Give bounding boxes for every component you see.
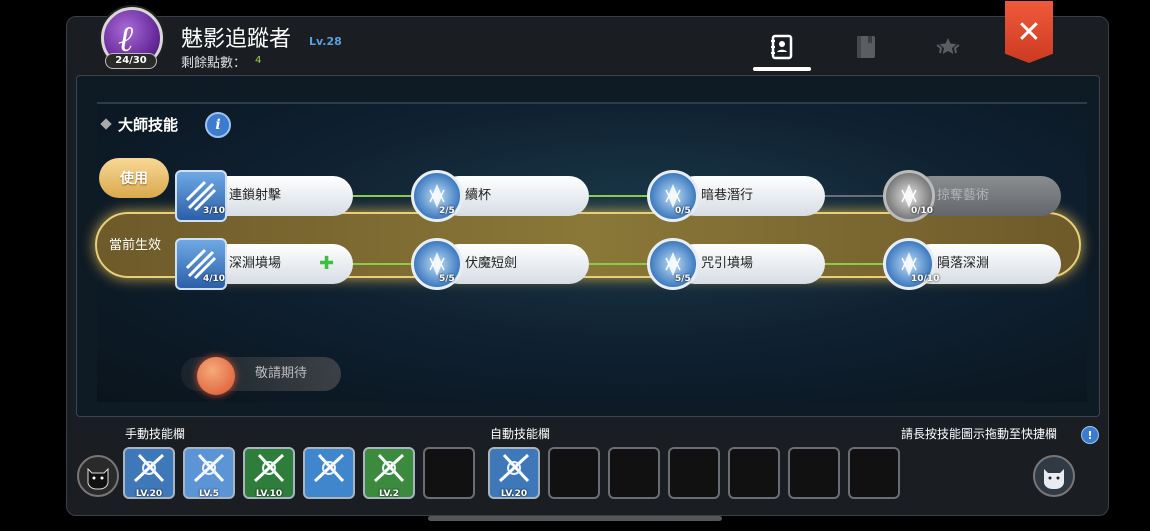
- tab-rank[interactable]: [919, 25, 977, 69]
- empty-skill-slot[interactable]: [848, 447, 900, 499]
- skill-window: ℓ 24/30 魅影追蹤者 Lv.28 剩餘點數： 4 ✕ 大師技能 i 使用: [66, 1, 1109, 516]
- skill-slot[interactable]: [303, 447, 355, 499]
- skill-slot[interactable]: LV.10: [243, 447, 295, 499]
- auto-bar-label: 自動技能欄: [490, 427, 551, 441]
- slot-level: LV.2: [379, 489, 399, 499]
- skull-target-icon: [245, 449, 293, 493]
- slot-level: LV.10: [255, 489, 283, 499]
- slot-level: LV.20: [135, 489, 163, 499]
- points-value: 4: [255, 55, 262, 66]
- skill-count: 10/10: [911, 274, 940, 284]
- blue-crystal-icon: [411, 170, 463, 222]
- close-icon: ✕: [1016, 14, 1042, 50]
- skill-slot[interactable]: LV.2: [363, 447, 415, 499]
- empty-skill-slot[interactable]: [728, 447, 780, 499]
- use-button[interactable]: 使用: [99, 158, 169, 198]
- blue-crystal-icon: [647, 238, 699, 290]
- skill-node[interactable]: 連鎖射擊 3/10: [175, 170, 355, 222]
- active-label: 當前生效: [109, 238, 162, 253]
- empty-skill-slot[interactable]: [788, 447, 840, 499]
- home-indicator[interactable]: [428, 516, 722, 521]
- empty-skill-slot[interactable]: [548, 447, 600, 499]
- twin-spirits-icon: [365, 449, 413, 493]
- skill-count: 5/5: [439, 274, 455, 284]
- drag-hint: 請長按技能圖示拖動至快捷欄: [901, 427, 1058, 441]
- skill-node[interactable]: 隕落深淵 10/10: [883, 238, 1063, 290]
- skill-slot[interactable]: LV.5: [183, 447, 235, 499]
- skill-count: 3/10: [203, 206, 226, 216]
- tab-book[interactable]: [837, 25, 895, 69]
- skill-connector: [353, 195, 411, 197]
- burst-arrows-icon: [305, 449, 353, 493]
- blue-crystal-icon: [411, 238, 463, 290]
- empty-skill-slot[interactable]: [423, 447, 475, 499]
- empty-skill-slot[interactable]: [668, 447, 720, 499]
- empty-skill-slot[interactable]: [608, 447, 660, 499]
- skill-slot[interactable]: LV.20: [488, 447, 540, 499]
- pet-icon: [197, 357, 235, 395]
- close-button[interactable]: ✕: [1005, 1, 1053, 63]
- skill-count: 4/10: [203, 274, 226, 284]
- alert-icon[interactable]: !: [1081, 426, 1099, 444]
- book-icon: [857, 36, 875, 58]
- skill-connector: [825, 263, 883, 265]
- slot-level: LV.5: [199, 489, 219, 499]
- skill-connector: [589, 263, 647, 265]
- class-level: Lv.28: [309, 35, 342, 48]
- skill-node[interactable]: 續杯 2/5: [411, 170, 591, 222]
- skill-node[interactable]: 暗巷潛行 0/5: [647, 170, 827, 222]
- blue-crystal-icon: [647, 170, 699, 222]
- skill-node[interactable]: 掠奪藝術 0/10: [883, 170, 1063, 222]
- skill-slot[interactable]: LV.20: [123, 447, 175, 499]
- skill-connector: [353, 263, 411, 265]
- black-cat-icon: [87, 467, 109, 490]
- crossed-arrows-icon: [125, 449, 173, 493]
- crossed-arrows-icon: [490, 449, 538, 493]
- white-cat-icon: [1044, 469, 1064, 490]
- points-label: 剩餘點數：: [181, 56, 247, 71]
- down-arrow-strike-icon: [185, 449, 233, 493]
- manual-bar-label: 手動技能欄: [125, 427, 186, 441]
- avatar-progress: 24/30: [105, 53, 157, 69]
- skill-count: 2/5: [439, 206, 455, 216]
- white-cat-button[interactable]: [1033, 455, 1075, 497]
- master-skill-panel: 大師技能 i 使用 當前生效 連鎖射擊 3/10 續杯 2/5 暗巷潛行 0/5 掠奪藝術 0…: [76, 75, 1100, 417]
- skill-connector: [589, 195, 647, 197]
- header: ℓ 24/30 魅影追蹤者 Lv.28 剩餘點數： 4 ✕: [67, 1, 1108, 77]
- star-emblem-icon: [936, 38, 960, 54]
- skill-node[interactable]: 伏魔短劍 5/5: [411, 238, 591, 290]
- skill-count: 5/5: [675, 274, 691, 284]
- black-cat-button[interactable]: [77, 455, 119, 497]
- contact-book-icon: [771, 34, 793, 60]
- tab-skills[interactable]: [753, 25, 811, 71]
- skill-node[interactable]: 咒引墳場 5/5: [647, 238, 827, 290]
- info-icon[interactable]: i: [205, 112, 231, 138]
- section-title: 大師技能: [118, 116, 179, 134]
- add-point-icon[interactable]: ✚: [319, 255, 334, 273]
- skill-node[interactable]: 深淵墳場 4/10 ✚: [175, 238, 355, 290]
- class-name: 魅影追蹤者: [181, 27, 292, 52]
- slot-level: LV.20: [500, 489, 528, 499]
- skill-count: 0/10: [911, 206, 934, 216]
- skill-count: 0/5: [675, 206, 691, 216]
- skill-connector: [825, 195, 883, 197]
